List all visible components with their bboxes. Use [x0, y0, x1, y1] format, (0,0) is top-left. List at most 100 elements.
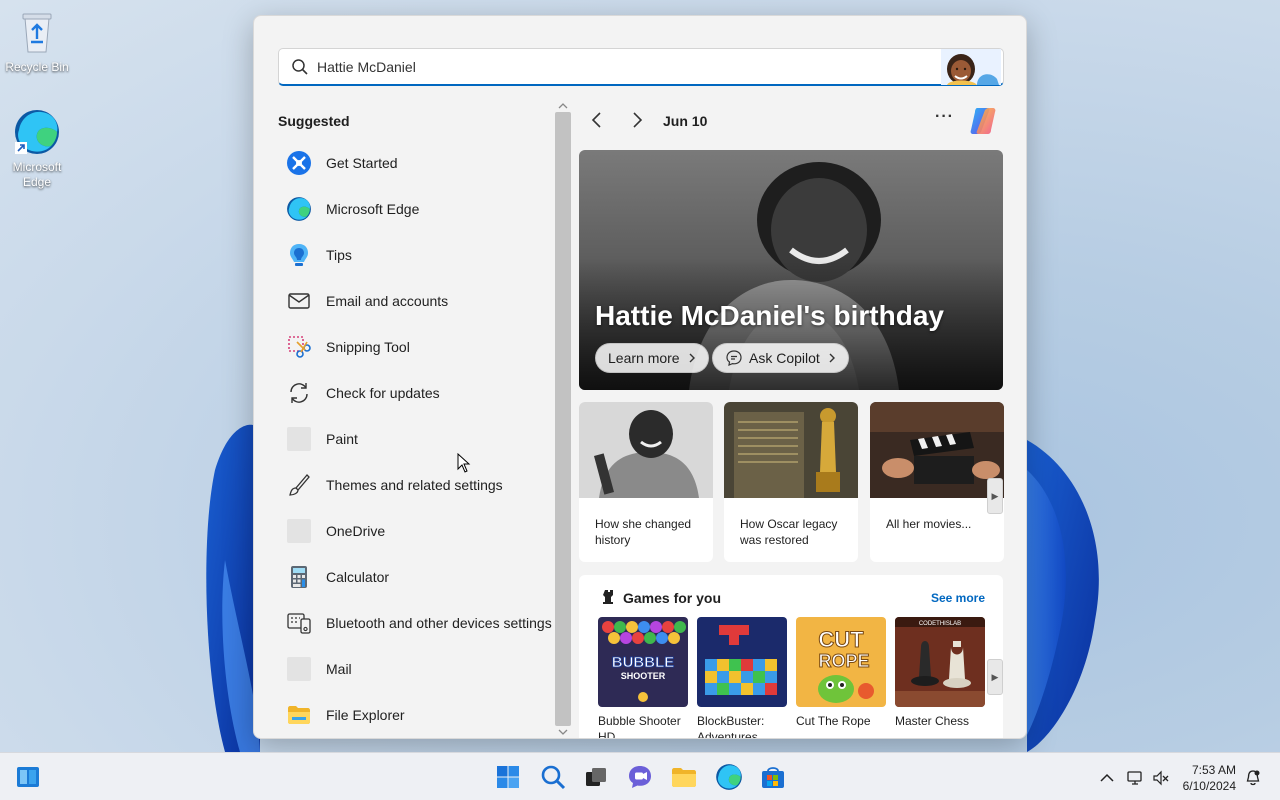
- copilot-icon[interactable]: [967, 104, 999, 136]
- card-caption: All her movies...: [886, 517, 972, 531]
- game-tile-master-chess[interactable]: CODETHISLAB Master Chess: [895, 617, 985, 729]
- suggested-item-label: Bluetooth and other devices settings: [326, 615, 552, 631]
- card-how-she-changed-history[interactable]: How she changed history: [579, 402, 713, 562]
- desktop-icon-microsoft-edge[interactable]: Microsoft Edge: [0, 108, 74, 190]
- see-more-link[interactable]: See more: [931, 591, 985, 605]
- desktop-icon-recycle-bin[interactable]: Recycle Bin: [0, 8, 74, 75]
- suggested-item-label: Paint: [326, 431, 358, 447]
- widgets-icon[interactable]: [14, 763, 42, 791]
- suggested-item-label: Mail: [326, 661, 352, 677]
- suggested-item-label: Get Started: [326, 155, 398, 171]
- chess-piece-icon: [603, 590, 613, 604]
- game-tile-bubble-shooter-hd[interactable]: BUBBLE SHOOTER Bubble Shooter HD: [598, 617, 688, 739]
- taskbar-clock[interactable]: 7:53 AM 6/10/2024: [1183, 762, 1236, 794]
- mouse-cursor-icon: [457, 453, 471, 473]
- cards-next-button[interactable]: ▶: [987, 478, 1003, 514]
- learn-more-button[interactable]: Learn more: [595, 343, 709, 373]
- suggested-item-onedrive[interactable]: OneDrive: [278, 508, 556, 554]
- snipping-tool-icon: [288, 336, 311, 358]
- suggested-item-paint[interactable]: Paint: [278, 416, 556, 462]
- game-thumbnail: CODETHISLAB: [895, 617, 985, 707]
- suggested-item-bluetooth-and-other-devices-settings[interactable]: Bluetooth and other devices settings: [278, 600, 556, 646]
- task-view-icon[interactable]: [582, 763, 610, 791]
- microsoft-store-icon[interactable]: [759, 763, 787, 791]
- search-input[interactable]: [317, 55, 917, 79]
- brush-icon: [289, 474, 310, 496]
- learn-more-label: Learn more: [608, 350, 680, 366]
- taskbar: 7:53 AM 6/10/2024: [0, 752, 1280, 800]
- suggested-item-themes-and-related-settings[interactable]: Themes and related settings: [278, 462, 556, 508]
- game-name: Bubble Shooter HD: [598, 714, 681, 739]
- card-image: [870, 402, 1004, 498]
- suggested-item-file-explorer[interactable]: File Explorer: [278, 692, 556, 738]
- folder-icon: [288, 706, 310, 724]
- scroll-up-arrow-icon[interactable]: [558, 102, 568, 110]
- highlights-date: Jun 10: [663, 113, 708, 129]
- ask-copilot-label: Ask Copilot: [749, 350, 820, 366]
- game-thumbnail: CUT ROPE: [796, 617, 886, 707]
- chevron-right-icon: [689, 353, 695, 363]
- scroll-down-arrow-icon[interactable]: [558, 728, 568, 736]
- suggested-item-label: Email and accounts: [326, 293, 449, 309]
- chat-bubble-icon: [726, 350, 742, 366]
- search-icon[interactable]: [539, 763, 567, 791]
- devices-icon: [287, 613, 311, 634]
- start-windows-icon[interactable]: [494, 763, 522, 791]
- game-tile-cut-the-rope[interactable]: CUT ROPE Cut The Rope: [796, 617, 886, 729]
- suggested-item-mail[interactable]: Mail: [278, 646, 556, 692]
- games-section: Games for you See more BUBBLE SHOOTER Bu…: [579, 575, 1003, 739]
- network-icon[interactable]: [1126, 769, 1144, 787]
- search-icon: [292, 59, 308, 75]
- ask-copilot-button[interactable]: Ask Copilot: [712, 343, 849, 373]
- game-tile-blockbuster-adventures[interactable]: BlockBuster: Adventures ...: [697, 617, 787, 739]
- edge-icon[interactable]: [715, 763, 743, 791]
- refresh-icon: [290, 383, 308, 403]
- hero-card-birthday[interactable]: Hattie McDaniel's birthday Learn more As…: [579, 150, 1003, 390]
- game-name: BlockBuster: Adventures ...: [697, 714, 772, 739]
- svg-text:BUBBLE: BUBBLE: [612, 654, 675, 671]
- desktop-icon-label: Microsoft Edge: [12, 160, 62, 189]
- notification-bell-icon[interactable]: [1244, 769, 1262, 787]
- highlights-header: Jun 10 ···: [579, 100, 1004, 140]
- game-name: Master Chess: [895, 714, 970, 728]
- mail-icon: [287, 657, 311, 681]
- get-started-icon: [287, 151, 311, 175]
- more-options-button[interactable]: ···: [935, 108, 954, 126]
- hero-title: Hattie McDaniel's birthday: [595, 300, 944, 331]
- chevron-right-icon[interactable]: [627, 110, 647, 130]
- mail-envelope-icon: [288, 293, 310, 309]
- card-all-her-movies[interactable]: All her movies...: [870, 402, 1004, 562]
- recycle-bin-icon: [22, 13, 52, 53]
- suggested-item-label: Calculator: [326, 569, 390, 585]
- hattie-mcdaniel-doodle-icon[interactable]: [941, 49, 1001, 85]
- tips-icon: [290, 244, 308, 266]
- suggested-item-label: Microsoft Edge: [326, 201, 420, 217]
- suggested-item-get-started[interactable]: Get Started: [278, 140, 556, 186]
- svg-text:ROPE: ROPE: [818, 651, 869, 671]
- svg-text:CODETHISLAB: CODETHISLAB: [919, 621, 961, 627]
- suggested-item-label: Check for updates: [326, 385, 440, 401]
- game-thumbnail: [697, 617, 787, 707]
- card-caption: How she changed history: [595, 517, 692, 547]
- file-explorer-icon[interactable]: [670, 763, 698, 791]
- suggested-item-tips[interactable]: Tips: [278, 232, 556, 278]
- suggested-item-label: Snipping Tool: [326, 339, 410, 355]
- suggested-item-label: Themes and related settings: [326, 477, 503, 493]
- chevron-left-icon[interactable]: [587, 110, 607, 130]
- suggested-item-check-for-updates[interactable]: Check for updates: [278, 370, 556, 416]
- suggested-item-calculator[interactable]: Calculator: [278, 554, 556, 600]
- teams-chat-icon[interactable]: [626, 763, 654, 791]
- search-box[interactable]: [278, 48, 1004, 86]
- card-caption: How Oscar legacy was restored: [740, 517, 838, 547]
- scrollbar-thumb[interactable]: [555, 112, 571, 726]
- suggested-item-email-and-accounts[interactable]: Email and accounts: [278, 278, 556, 324]
- desktop-icon-label: Recycle Bin: [5, 60, 69, 74]
- suggested-item-snipping-tool[interactable]: Snipping Tool: [278, 324, 556, 370]
- chevron-right-icon: [829, 353, 835, 363]
- clock-date: 6/10/2024: [1182, 779, 1236, 793]
- chevron-up-icon[interactable]: [1098, 769, 1116, 787]
- suggested-item-microsoft-edge[interactable]: Microsoft Edge: [278, 186, 556, 232]
- volume-muted-icon[interactable]: [1152, 769, 1170, 787]
- card-how-oscar-legacy-was-restored[interactable]: How Oscar legacy was restored: [724, 402, 858, 562]
- games-next-button[interactable]: ▶: [987, 659, 1003, 695]
